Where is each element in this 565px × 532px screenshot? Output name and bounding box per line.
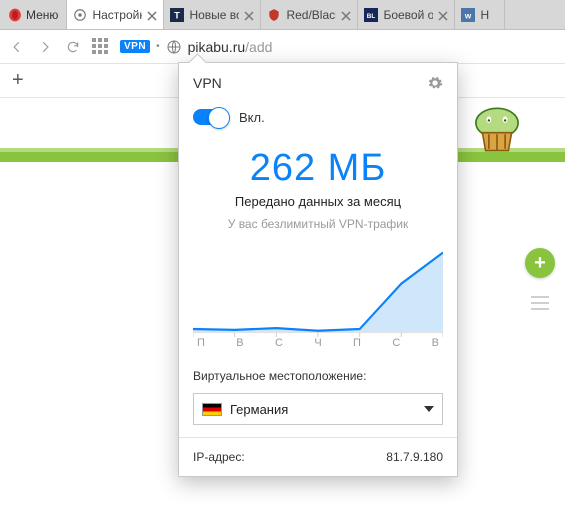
chart-day-label: В: [236, 337, 243, 349]
vpn-usage-chart: [179, 237, 457, 337]
forward-button[interactable]: [36, 38, 54, 56]
svg-text:T: T: [175, 10, 181, 20]
t-square-icon: T: [170, 8, 184, 22]
add-fab-button[interactable]: +: [525, 248, 555, 278]
flag-germany-icon: [202, 403, 222, 416]
globe-icon: [166, 39, 182, 55]
tab-item[interactable]: w Н: [455, 0, 505, 29]
url-host: pikabu.ru: [188, 39, 246, 55]
vpn-badge[interactable]: VPN: [120, 40, 150, 53]
vpn-data-amount: 262 МБ: [179, 141, 457, 190]
tab-settings[interactable]: Настройки: [67, 0, 164, 29]
vpn-popup: VPN Вкл. 262 МБ Передано данных за месяц…: [178, 62, 458, 477]
tab-label: Настройки: [92, 8, 142, 22]
separator-dot: •: [156, 41, 160, 52]
tab-item[interactable]: Red/Black T: [261, 0, 358, 29]
chart-day-label: Ч: [314, 337, 321, 349]
new-tab-button[interactable]: +: [12, 69, 24, 92]
side-buttons: +: [525, 248, 555, 310]
tab-item[interactable]: BL Боевой отч: [358, 0, 455, 29]
muffin-icon: [471, 105, 523, 157]
bl-square-icon: BL: [364, 8, 378, 22]
tab-strip: Меню Настройки T Новые воп Red/Black T B…: [0, 0, 565, 30]
close-icon[interactable]: [341, 10, 351, 20]
speed-dial-button[interactable]: [92, 38, 110, 56]
tab-label: Новые воп: [189, 8, 239, 22]
url-path: /add: [245, 39, 272, 55]
chart-day-label: В: [432, 337, 439, 349]
chart-day-label: С: [392, 337, 400, 349]
tab-label: Боевой отч: [383, 8, 433, 22]
gear-icon: [73, 8, 87, 22]
vpn-chart-days: ПВСЧПСВ: [179, 337, 457, 363]
vpn-toggle[interactable]: [193, 109, 229, 125]
close-icon[interactable]: [438, 10, 448, 20]
opera-icon: [8, 8, 22, 22]
toolbar: VPN • pikabu.ru/add: [0, 30, 565, 64]
menu-label: Меню: [26, 8, 58, 22]
svg-text:w: w: [464, 11, 472, 20]
menu-button[interactable]: Меню: [0, 0, 67, 29]
vpn-data-subcaption: У вас безлимитный VPN-трафик: [179, 217, 457, 237]
close-icon[interactable]: [244, 10, 254, 20]
vpn-location-label: Виртуальное местоположение:: [179, 363, 457, 389]
gear-icon[interactable]: [427, 75, 443, 91]
chart-day-label: С: [275, 337, 283, 349]
reload-button[interactable]: [64, 38, 82, 56]
chart-day-label: П: [197, 337, 205, 349]
vpn-data-caption: Передано данных за месяц: [179, 194, 457, 209]
vk-icon: w: [461, 8, 475, 22]
vpn-toggle-label: Вкл.: [239, 110, 265, 125]
vpn-location-value: Германия: [230, 402, 416, 417]
red-shield-icon: [267, 8, 281, 22]
tab-label: Red/Black T: [286, 8, 336, 22]
chevron-down-icon: [424, 406, 434, 412]
vpn-ip-label: IP-адрес:: [193, 450, 245, 464]
vpn-title: VPN: [193, 75, 222, 91]
chart-day-label: П: [353, 337, 361, 349]
url-text: pikabu.ru/add: [188, 39, 273, 55]
tab-item[interactable]: T Новые воп: [164, 0, 261, 29]
svg-text:BL: BL: [367, 12, 376, 19]
back-button[interactable]: [8, 38, 26, 56]
vpn-location-select[interactable]: Германия: [193, 393, 443, 425]
close-icon[interactable]: [147, 10, 157, 20]
vpn-ip-value: 81.7.9.180: [386, 450, 443, 464]
tab-label: Н: [480, 8, 498, 22]
side-menu-button[interactable]: [531, 296, 549, 310]
